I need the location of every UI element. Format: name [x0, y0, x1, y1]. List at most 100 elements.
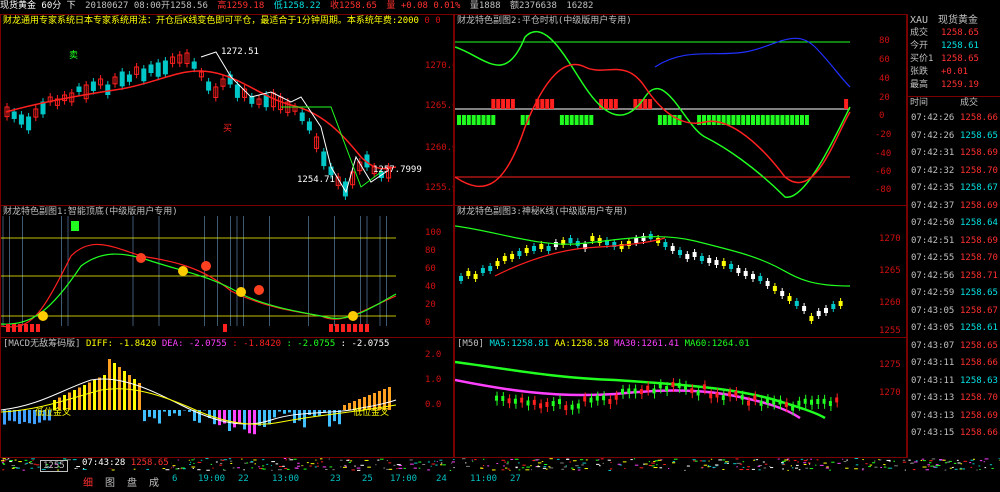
m50-panel[interactable]: [M50] MA5:1258.81 AA:1258.58 MA30:1261.4…: [454, 337, 907, 458]
annotation-low: 1254.71: [297, 175, 335, 185]
noise-pixel: [418, 461, 422, 463]
noise-pixel: [653, 467, 658, 469]
noise-pixel: [798, 469, 801, 471]
noise-pixel: [2, 463, 5, 465]
macd-bar: [93, 380, 96, 410]
tick-row: 07:43:11 1258.66: [911, 358, 998, 368]
noise-pixel: [351, 469, 356, 471]
candle-body: [787, 296, 792, 301]
macd-bar: [153, 410, 156, 419]
sub1-panel[interactable]: 财龙特色副图1:智能顶底(中级版用户专用) 100 80 60 40 20 0: [0, 205, 454, 338]
noise-pixel: [35, 464, 40, 466]
noise-pixel: [340, 466, 342, 468]
noise-pixel: [436, 461, 438, 463]
noise-pixel: [777, 458, 780, 460]
signal-bar: [520, 115, 525, 125]
noise-pixel: [727, 461, 729, 463]
macd-bar: [28, 410, 31, 424]
noise-pixel: [727, 462, 729, 464]
candle-body: [234, 84, 240, 98]
tick-row: 07:42:51 1258.69: [911, 235, 998, 246]
noise-pixel: [389, 468, 393, 470]
signal-bar: [223, 324, 227, 332]
candle-body: [583, 396, 587, 402]
candle-body: [780, 291, 785, 296]
sub2-axis-label: -60: [875, 167, 892, 177]
noise-pixel: [197, 469, 201, 471]
noise-pixel: [496, 463, 499, 465]
noise-pixel: [556, 458, 560, 460]
tick-row: 07:42:56 1258.71: [911, 270, 998, 281]
candle-body: [663, 242, 668, 247]
noise-pixel: [803, 462, 807, 464]
noise-pixel: [816, 459, 819, 461]
sub3-panel[interactable]: 财龙特色副图3:神秘K线(中级版用户专用) 1270 1265 1260 125…: [454, 205, 907, 338]
signal-bar: [30, 324, 34, 332]
noise-pixel: [694, 460, 698, 462]
noise-pixel: [617, 463, 621, 465]
tick-row: 07:43:13 1258.69: [911, 410, 998, 421]
tab-deals[interactable]: 成: [149, 474, 159, 489]
noise-pixel: [710, 458, 713, 460]
candle-body: [721, 261, 726, 266]
noise-pixel: [2, 458, 6, 460]
noise-pixel: [923, 460, 926, 462]
noise-pixel: [931, 458, 936, 460]
noise-pixel: [396, 464, 401, 466]
noise-pixel: [487, 465, 490, 467]
noise-pixel: [133, 468, 136, 470]
sub2-panel[interactable]: 财龙特色副图2:平仓时机(中级版用户专用) 80 60 40 20 0 -20 …: [454, 14, 907, 206]
noise-pixel: [251, 461, 254, 463]
noise-pixel: [258, 466, 260, 468]
signal-bar: [365, 324, 369, 332]
macd-bar: [293, 410, 296, 424]
m50-axis-label: 1270: [879, 388, 901, 398]
noise-pixel: [466, 465, 470, 467]
noise-pixel: [348, 461, 351, 463]
noise-pixel: [212, 467, 214, 469]
noise-pixel: [928, 465, 930, 467]
noise-pixel: [375, 464, 377, 466]
candle-body: [729, 264, 734, 269]
tab-book[interactable]: 盘: [127, 474, 137, 489]
noise-pixel: [177, 459, 179, 461]
candle-body: [828, 400, 832, 406]
signal-bar: [335, 324, 339, 332]
noise-pixel: [162, 467, 166, 469]
signal-bar: [481, 115, 486, 125]
noise-pixel: [5, 459, 9, 461]
noise-pixel: [929, 460, 933, 462]
noise-pixel: [585, 459, 588, 461]
noise-pixel: [422, 463, 426, 465]
signal-bar: [711, 115, 716, 125]
noise-pixel: [608, 469, 611, 471]
tick-row: 07:43:07 1258.65: [911, 340, 998, 351]
signal-bar: [790, 115, 795, 125]
noise-pixel: [286, 468, 290, 470]
noise-pixel: [757, 465, 761, 467]
candle-body: [520, 397, 524, 403]
noise-pixel: [787, 469, 789, 471]
noise-pixel: [219, 462, 223, 464]
noise-pixel: [197, 461, 202, 463]
noise-pixel: [18, 461, 22, 463]
macd-panel[interactable]: [MACD无敌筹码版] DIFF: -1.8420 DEA: -2.0755 :…: [0, 337, 454, 458]
noise-pixel: [310, 463, 315, 465]
noise-pixel: [440, 462, 443, 464]
noise-pixel: [976, 469, 978, 471]
noise-pixel: [782, 468, 784, 470]
tab-chart[interactable]: 图: [105, 474, 115, 489]
tab-detail[interactable]: 细: [83, 474, 93, 489]
tick-row: 07:42:50 1258.64: [911, 218, 998, 228]
main-chart-panel[interactable]: 财龙通用专家系统日本专家系统用法：开仓后K线变色即可平仓，最适合于1分钟周期。本…: [0, 14, 454, 206]
signal-bar: [804, 115, 809, 125]
noise-pixel: [342, 466, 347, 468]
noise-pixel: [753, 459, 755, 461]
noise-pixel: [865, 463, 868, 465]
noise-pixel: [913, 461, 918, 463]
candle-body: [692, 252, 697, 257]
noise-pixel: [501, 459, 506, 461]
noise-pixel: [521, 467, 525, 469]
noise-pixel: [722, 459, 726, 461]
noise-pixel: [228, 458, 232, 460]
